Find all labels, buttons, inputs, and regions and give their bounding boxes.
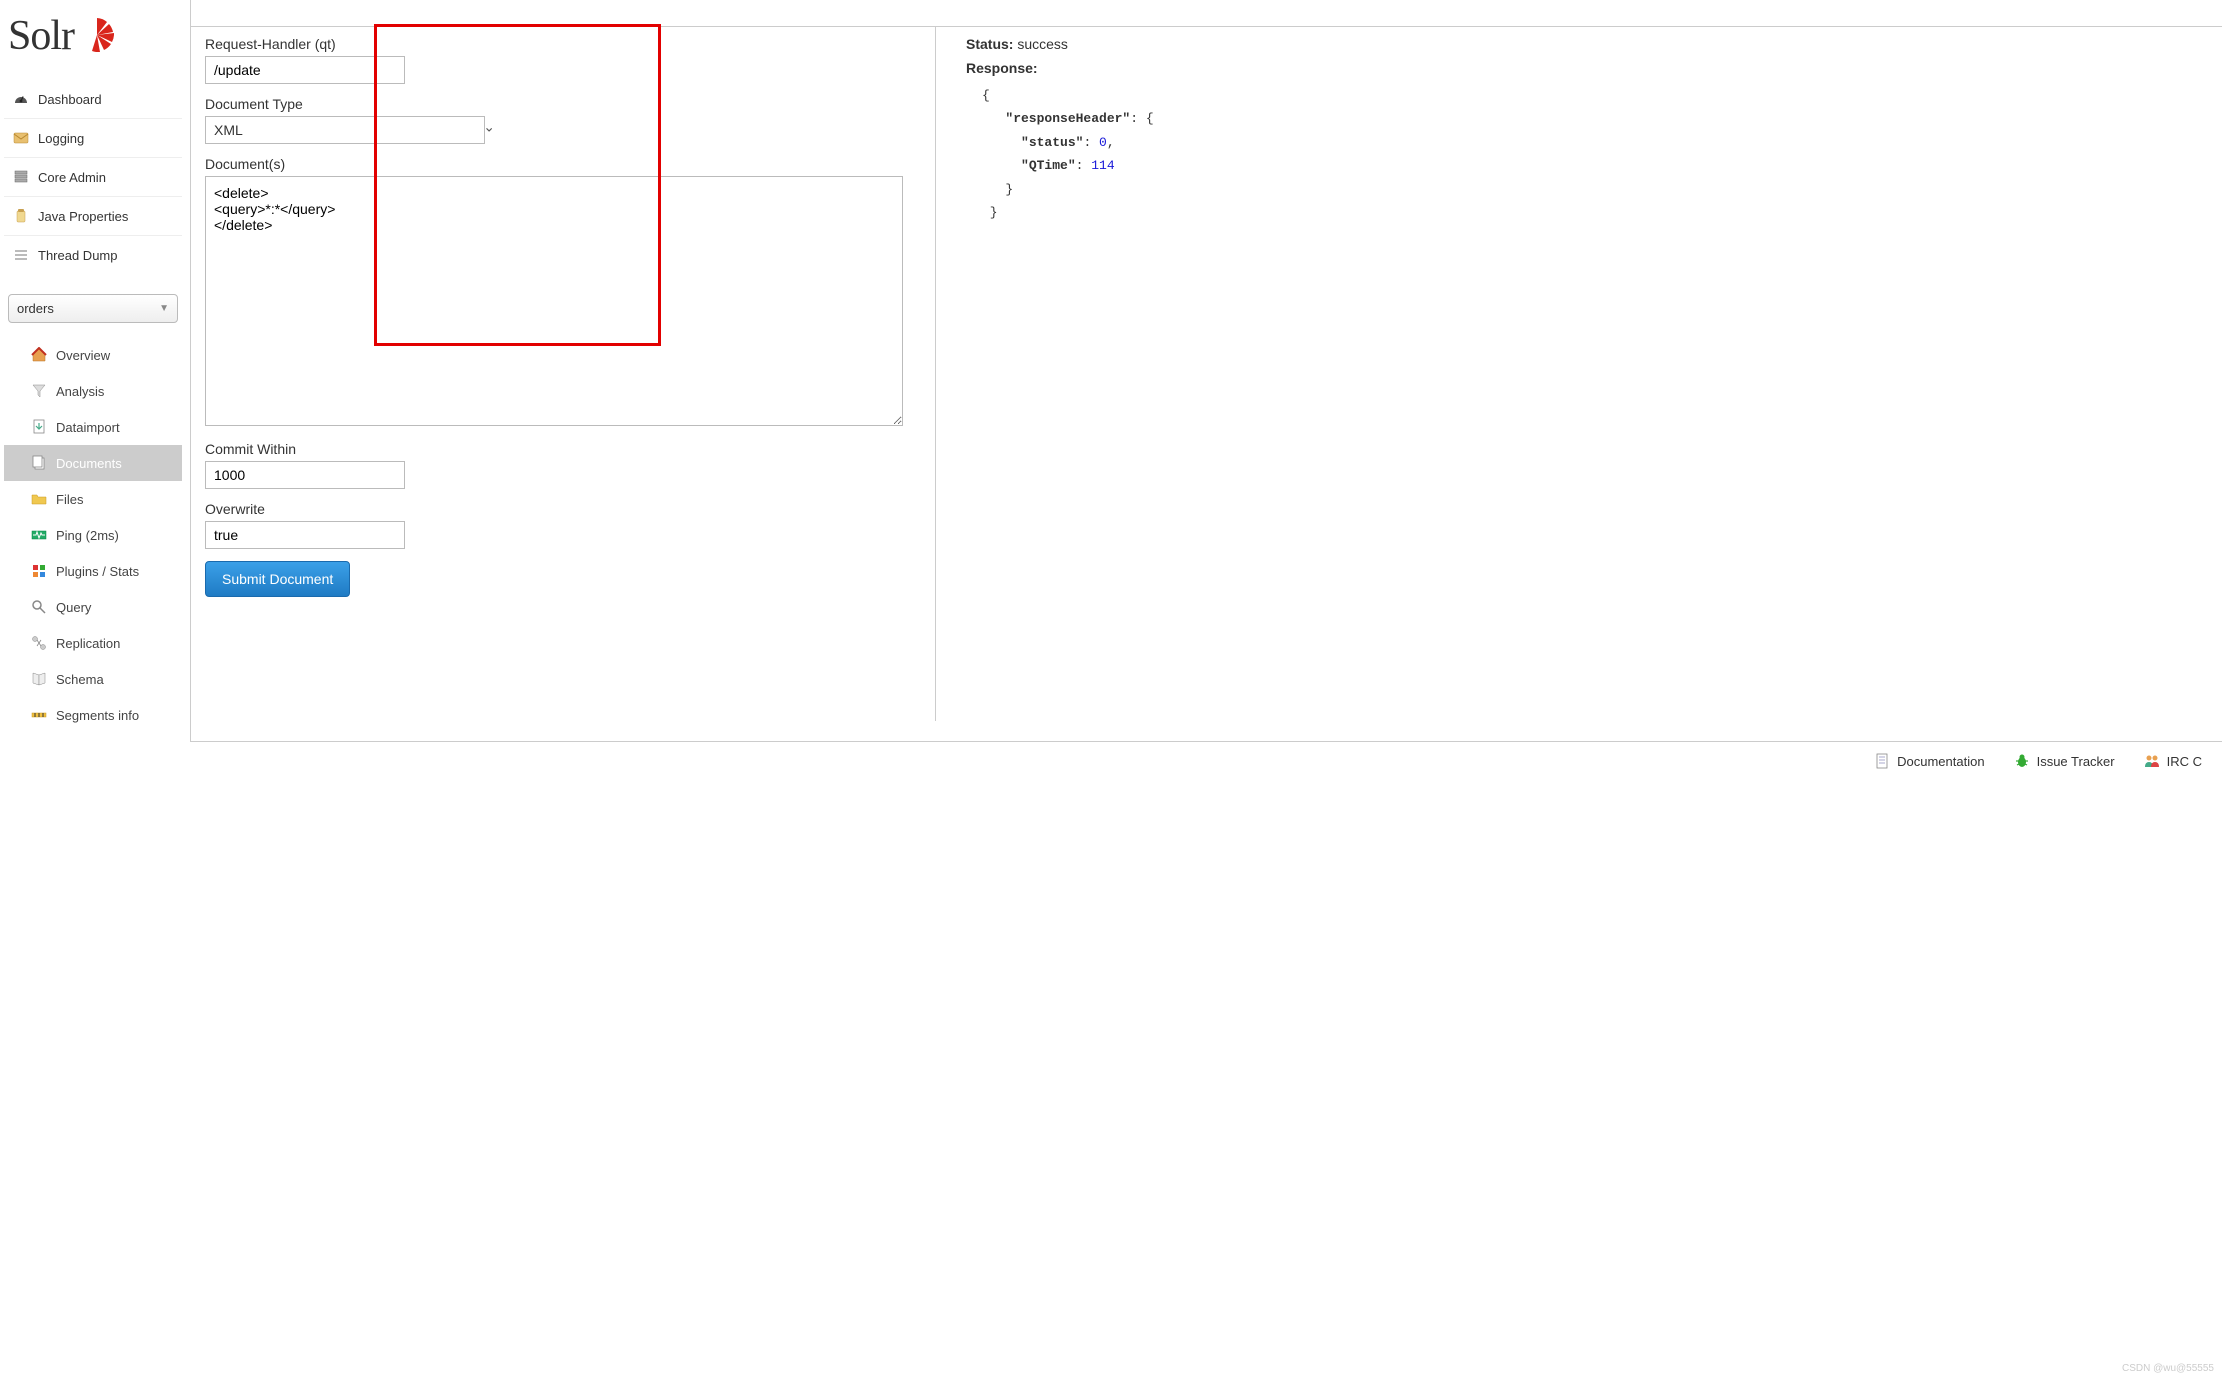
documents-textarea[interactable] <box>205 176 903 426</box>
nav-label: Core Admin <box>38 170 106 185</box>
sun-icon <box>80 18 114 55</box>
subnav-query[interactable]: Query <box>4 589 182 625</box>
commit-within-label: Commit Within <box>205 441 905 457</box>
footer-label: Issue Tracker <box>2037 754 2115 769</box>
home-icon <box>30 346 48 364</box>
book-icon <box>30 670 48 688</box>
subnav-ping[interactable]: Ping (2ms) <box>4 517 182 553</box>
people-icon <box>2143 752 2161 770</box>
response-json: { "responseHeader": { "status": 0, "QTim… <box>982 84 2196 224</box>
response-label: Response: <box>966 60 1038 76</box>
nav-label: Java Properties <box>38 209 128 224</box>
stack-icon <box>12 246 30 264</box>
inbox-icon <box>12 129 30 147</box>
subnav-label: Dataimport <box>56 420 120 435</box>
main-nav: Dashboard Logging Core Admin Java Proper… <box>4 80 182 274</box>
subnav-label: Schema <box>56 672 104 687</box>
subnav-plugins[interactable]: Plugins / Stats <box>4 553 182 589</box>
folder-icon <box>30 490 48 508</box>
replication-icon <box>30 634 48 652</box>
status-value: success <box>1017 36 1068 52</box>
response-line: Response: <box>966 60 2196 76</box>
nav-core-admin[interactable]: Core Admin <box>4 157 182 196</box>
footer: Documentation Issue Tracker IRC C <box>190 741 2222 780</box>
document-form: Request-Handler (qt) Document Type XML D… <box>205 26 905 721</box>
submit-document-button[interactable]: Submit Document <box>205 561 350 597</box>
nav-label: Thread Dump <box>38 248 117 263</box>
core-select-dropdown[interactable]: orders ▼ <box>8 294 178 323</box>
plugins-icon <box>30 562 48 580</box>
subnav-documents[interactable]: Documents <box>4 445 182 481</box>
subnav-files[interactable]: Files <box>4 481 182 517</box>
doc-icon <box>1873 752 1891 770</box>
bug-icon <box>2013 752 2031 770</box>
overwrite-label: Overwrite <box>205 501 905 517</box>
subnav-label: Query <box>56 600 91 615</box>
import-icon <box>30 418 48 436</box>
subnav-label: Files <box>56 492 83 507</box>
core-select-value: orders <box>17 301 54 316</box>
overwrite-input[interactable] <box>205 521 405 549</box>
response-panel: Status: success Response: { "responseHea… <box>935 26 2196 721</box>
nav-label: Dashboard <box>38 92 102 107</box>
subnav-analysis[interactable]: Analysis <box>4 373 182 409</box>
core-selector: orders ▼ <box>8 294 178 323</box>
ping-icon <box>30 526 48 544</box>
subnav-label: Overview <box>56 348 110 363</box>
core-subnav: Overview Analysis Dataimport Documents F… <box>4 337 182 733</box>
watermark: CSDN @wu@55555 <box>2122 1363 2214 1374</box>
subnav-label: Documents <box>56 456 122 471</box>
magnify-icon <box>30 598 48 616</box>
subnav-schema[interactable]: Schema <box>4 661 182 697</box>
nav-java-properties[interactable]: Java Properties <box>4 196 182 235</box>
nav-logging[interactable]: Logging <box>4 118 182 157</box>
document-type-select[interactable]: XML <box>205 116 485 144</box>
nav-dashboard[interactable]: Dashboard <box>4 80 182 118</box>
logo-text: Solr <box>8 12 74 60</box>
document-type-label: Document Type <box>205 96 905 112</box>
footer-documentation[interactable]: Documentation <box>1873 752 1984 770</box>
footer-label: IRC C <box>2167 754 2202 769</box>
gauge-icon <box>12 90 30 108</box>
sidebar: Solr Dashboard <box>0 0 190 741</box>
subnav-overview[interactable]: Overview <box>4 337 182 373</box>
main-content: Request-Handler (qt) Document Type XML D… <box>190 0 2222 741</box>
subnav-segments[interactable]: Segments info <box>4 697 182 733</box>
footer-label: Documentation <box>1897 754 1984 769</box>
subnav-dataimport[interactable]: Dataimport <box>4 409 182 445</box>
status-label: Status: <box>966 36 1013 52</box>
subnav-label: Ping (2ms) <box>56 528 119 543</box>
funnel-icon <box>30 382 48 400</box>
subnav-label: Replication <box>56 636 120 651</box>
server-icon <box>12 168 30 186</box>
footer-irc[interactable]: IRC C <box>2143 752 2202 770</box>
logo[interactable]: Solr <box>4 8 182 80</box>
segments-icon <box>30 706 48 724</box>
request-handler-label: Request-Handler (qt) <box>205 36 905 52</box>
subnav-label: Segments info <box>56 708 139 723</box>
chevron-down-icon: ▼ <box>159 303 169 314</box>
commit-within-input[interactable] <box>205 461 405 489</box>
nav-label: Logging <box>38 131 84 146</box>
documents-icon <box>30 454 48 472</box>
jar-icon <box>12 207 30 225</box>
subnav-label: Plugins / Stats <box>56 564 139 579</box>
nav-thread-dump[interactable]: Thread Dump <box>4 235 182 274</box>
footer-issue-tracker[interactable]: Issue Tracker <box>2013 752 2115 770</box>
subnav-replication[interactable]: Replication <box>4 625 182 661</box>
subnav-label: Analysis <box>56 384 104 399</box>
documents-label: Document(s) <box>205 156 905 172</box>
status-line: Status: success <box>966 36 2196 52</box>
request-handler-input[interactable] <box>205 56 405 84</box>
